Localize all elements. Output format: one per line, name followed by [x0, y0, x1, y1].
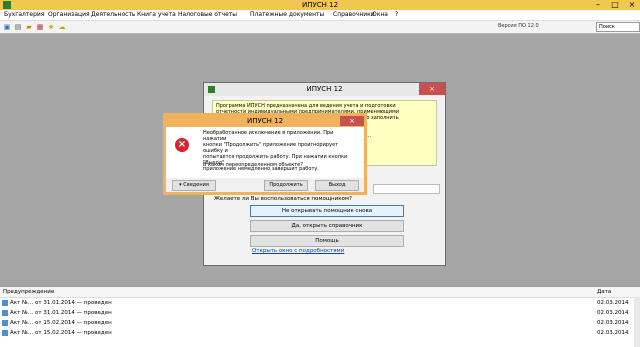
messages-panel: Предупреждение Дата Акт №… от 31.01.2014…	[0, 286, 640, 347]
document-icon	[2, 310, 8, 316]
message-row[interactable]: Акт №… от 15.02.2014 — проведен 02.03.20…	[0, 318, 640, 328]
menu-item-ledger[interactable]: Книга учета	[137, 11, 176, 18]
message-date: 02.03.2014	[597, 310, 629, 316]
dialog-body: × Необработанное исключение в приложении…	[166, 127, 364, 178]
close-app-button[interactable]: ×	[624, 0, 640, 10]
dialog-footer: ▾ Сведения Продолжить Выход	[166, 178, 364, 192]
message-text: Акт №… от 31.01.2014 — проведен	[10, 310, 112, 316]
version-label: Версия ПО 12.0	[498, 23, 539, 29]
open-reference-button[interactable]: Да, открыть справочник	[250, 220, 404, 232]
dialog-message-secondary: В каком переопределенном объекте?	[203, 162, 303, 168]
dialog-title: ИПУСН 12	[166, 116, 364, 127]
dialog-message-line: кнопки "Продолжить" приложение проигнори…	[203, 142, 338, 154]
menu-item-organization[interactable]: Организация	[48, 11, 90, 18]
details-link[interactable]: Открыть окно с подробностями	[252, 248, 344, 254]
document-icon	[2, 300, 8, 306]
column-header-date[interactable]: Дата	[597, 287, 611, 297]
help-button[interactable]: Помощь	[250, 235, 404, 247]
folder-icon[interactable]: ▰	[25, 23, 33, 31]
menu-item-payments[interactable]: Платежные документы	[250, 11, 324, 18]
menu-item-accounting[interactable]: Бухгалтерия	[4, 11, 44, 18]
star-icon[interactable]: ★	[47, 23, 55, 31]
message-text: Акт №… от 15.02.2014 — проведен	[10, 330, 112, 336]
messages-header: Предупреждение Дата	[0, 287, 640, 298]
menu-item-windows[interactable]: Окна	[372, 11, 388, 18]
error-dialog: ИПУСН 12 × × Необработанное исключение в…	[163, 113, 367, 195]
message-text: Акт №… от 31.01.2014 — проведен	[10, 300, 112, 306]
menu-item-help[interactable]: ?	[395, 11, 398, 18]
menu-item-activity[interactable]: Деятельность	[91, 11, 135, 18]
menu-item-tax-reports[interactable]: Налоговые отчеты	[178, 11, 237, 18]
app-title: ИПУСН 12	[301, 1, 339, 9]
message-row[interactable]: Акт №… от 31.01.2014 — проведен 02.03.20…	[0, 308, 640, 318]
toolbar: ▣ ▤ ▰ ▦ ★ ☁ Версия ПО 12.0 Поиск	[0, 21, 640, 34]
menu-item-references[interactable]: Справочники	[333, 11, 375, 18]
document-icon	[2, 330, 8, 336]
calendar-icon[interactable]: ▦	[36, 23, 44, 31]
continue-button[interactable]: Продолжить	[264, 180, 308, 191]
dialog-close-button[interactable]: ×	[340, 116, 364, 126]
dialog-message-line: Необработанное исключение в приложении. …	[203, 130, 334, 142]
app-title-bar: ИПУСН 12 – □ ×	[0, 0, 640, 10]
message-date: 02.03.2014	[597, 320, 629, 326]
cloud-icon[interactable]: ☁	[58, 23, 66, 31]
search-input[interactable]: Поиск	[596, 22, 640, 32]
exit-button[interactable]: Выход	[315, 180, 359, 191]
main-window-title: ИПУСН 12	[306, 85, 343, 93]
minimize-button[interactable]: –	[590, 0, 606, 10]
path-field[interactable]	[373, 184, 440, 194]
error-icon: ×	[175, 138, 189, 152]
message-text: Акт №… от 15.02.2014 — проведен	[10, 320, 112, 326]
assistant-question: Желаете ли Вы воспользоваться помощником…	[214, 196, 352, 202]
save-icon[interactable]: ▣	[3, 23, 11, 31]
message-date: 02.03.2014	[597, 300, 629, 306]
main-window-title-bar: ИПУСН 12 ×	[204, 83, 445, 96]
column-header-name[interactable]: Предупреждение	[3, 287, 54, 297]
message-date: 02.03.2014	[597, 330, 629, 336]
messages-scrollbar[interactable]	[634, 297, 640, 347]
dont-open-assistant-button[interactable]: Не открывать помощник снова	[250, 205, 404, 217]
app-logo-icon	[208, 86, 215, 93]
message-row[interactable]: Акт №… от 15.02.2014 — проведен 02.03.20…	[0, 328, 640, 338]
menu-bar: Бухгалтерия Организация Деятельность Кни…	[0, 10, 640, 21]
document-icon	[2, 320, 8, 326]
app-logo-icon	[3, 1, 11, 9]
main-window-close-button[interactable]: ×	[419, 83, 445, 95]
details-button[interactable]: ▾ Сведения	[172, 180, 216, 191]
print-icon[interactable]: ▤	[14, 23, 22, 31]
details-button-label: Сведения	[183, 182, 209, 188]
message-row[interactable]: Акт №… от 31.01.2014 — проведен 02.03.20…	[0, 298, 640, 308]
maximize-button[interactable]: □	[607, 0, 623, 10]
